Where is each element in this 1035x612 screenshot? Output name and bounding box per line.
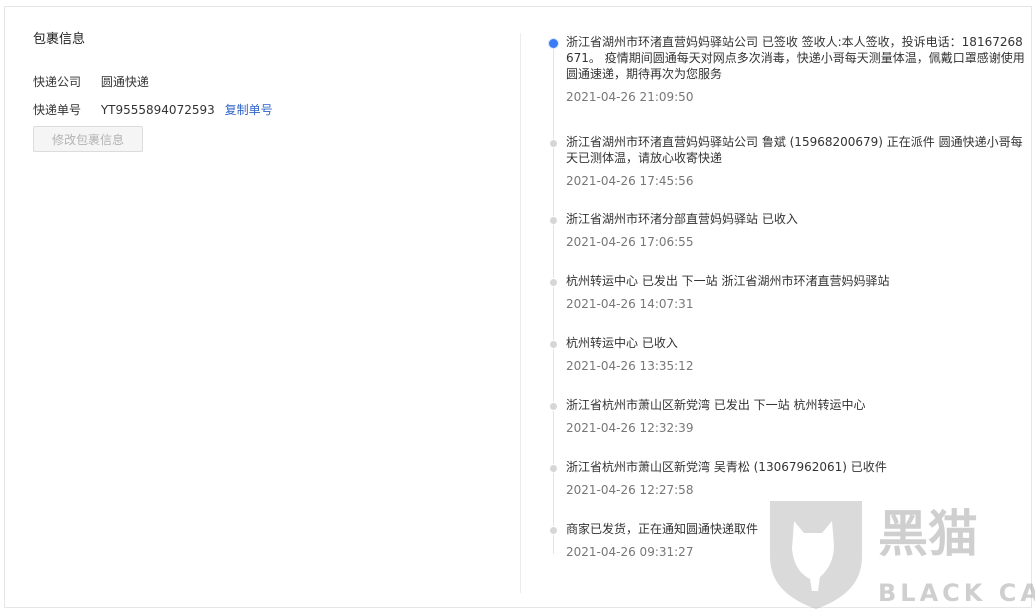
timeline-dot: [549, 402, 558, 411]
timeline-dot: [549, 278, 558, 287]
timeline-time: 2021-04-26 13:35:12: [566, 359, 694, 373]
timeline-text: 杭州转运中心 已收入: [566, 336, 678, 350]
tracking-row: 快递单号 YT9555894072593 复制单号: [33, 101, 503, 119]
timeline-text: 浙江省杭州市萧山区新党湾 已发出 下一站 杭州转运中心: [566, 398, 866, 412]
timeline-item: 浙江省湖州市环渚直营妈妈驿站公司 鲁斌 (15968200679) 正在派件 圆…: [546, 134, 1026, 189]
timeline-text: 浙江省湖州市环渚分部直营妈妈驿站 已收入: [566, 212, 798, 226]
timeline-item: 浙江省杭州市萧山区新党湾 吴青松 (13067962061) 已收件 2021-…: [546, 459, 1026, 498]
tracking-number: YT9555894072593: [100, 103, 215, 117]
timeline-text: 浙江省湖州市环渚直营妈妈驿站公司 已签收 签收人:本人签收，投诉电话：18167…: [566, 35, 1025, 81]
section-title: 包裹信息: [33, 32, 86, 47]
timeline-dot: [549, 216, 558, 225]
divider: [520, 33, 521, 593]
watermark-cn: 黑猫: [878, 505, 978, 563]
tracking-label: 快递单号: [33, 103, 82, 117]
timeline-time: 2021-04-26 14:07:31: [566, 297, 694, 311]
timeline-dot: [549, 526, 558, 535]
timeline-dot-active: [548, 38, 559, 49]
timeline-dot: [549, 340, 558, 349]
timeline-time: 2021-04-26 21:09:50: [566, 90, 694, 104]
timeline-time: 2021-04-26 12:32:39: [566, 421, 694, 435]
courier-value: 圆通快递: [100, 75, 149, 89]
copy-tracking-link[interactable]: 复制单号: [225, 103, 273, 117]
timeline-item: 浙江省杭州市萧山区新党湾 已发出 下一站 杭州转运中心 2021-04-26 1…: [546, 397, 1026, 436]
timeline-text: 浙江省湖州市环渚直营妈妈驿站公司 鲁斌 (15968200679) 正在派件 圆…: [566, 135, 1023, 165]
timeline-text: 浙江省杭州市萧山区新党湾 吴青松 (13067962061) 已收件: [566, 460, 887, 474]
package-info-section: 包裹信息 快递公司 圆通快递 快递单号 YT9555894072593 复制单号…: [33, 31, 503, 152]
courier-label: 快递公司: [33, 75, 82, 89]
timeline-dot: [549, 139, 558, 148]
timeline-item: 浙江省湖州市环渚分部直营妈妈驿站 已收入 2021-04-26 17:06:55: [546, 211, 1026, 250]
timeline-dot: [549, 464, 558, 473]
courier-row: 快递公司 圆通快递: [33, 73, 503, 91]
timeline-item: 杭州转运中心 已发出 下一站 浙江省湖州市环渚直营妈妈驿站 2021-04-26…: [546, 273, 1026, 312]
timeline-text: 杭州转运中心 已发出 下一站 浙江省湖州市环渚直营妈妈驿站: [566, 274, 890, 288]
watermark-en: BLACK CAT: [878, 579, 1035, 607]
timeline-time: 2021-04-26 17:06:55: [566, 235, 694, 249]
timeline-item: 浙江省湖州市环渚直营妈妈驿站公司 已签收 签收人:本人签收，投诉电话：18167…: [546, 34, 1026, 105]
edit-package-button[interactable]: 修改包裹信息: [33, 126, 143, 152]
timeline-item: 杭州转运中心 已收入 2021-04-26 13:35:12: [546, 335, 1026, 374]
black-cat-watermark: 黑猫 BLACK CAT: [770, 501, 1035, 609]
timeline-time: 2021-04-26 17:45:56: [566, 174, 694, 188]
